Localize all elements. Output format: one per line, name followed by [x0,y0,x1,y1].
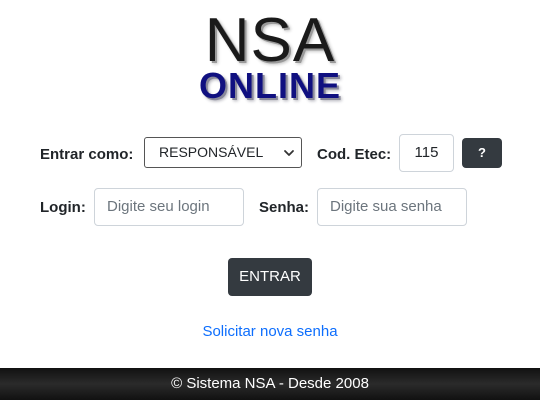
login-input[interactable]: Digite seu login [94,188,244,226]
password-input[interactable]: Digite sua senha [317,188,467,226]
login-page: NSA ONLINE Entrar como: RESPONSÁVEL Cod.… [0,0,540,400]
enter-as-label: Entrar como: [40,146,134,163]
user-type-select-value: RESPONSÁVEL [159,144,264,160]
cod-etec-input[interactable]: 115 [399,134,454,172]
logo-online-text: ONLINE [198,65,341,106]
footer-copyright: © Sistema NSA - Desde 2008 [0,368,540,400]
request-new-password-link[interactable]: Solicitar nova senha [0,322,540,342]
enter-button[interactable]: ENTRAR [228,258,312,296]
help-button[interactable]: ? [462,138,502,168]
login-label: Login: [40,199,86,216]
logo: NSA ONLINE [0,0,540,110]
chevron-down-icon [283,138,295,167]
user-type-select[interactable]: RESPONSÁVEL [144,137,302,168]
cod-etec-label: Cod. Etec: [317,146,392,163]
password-label: Senha: [259,199,310,216]
